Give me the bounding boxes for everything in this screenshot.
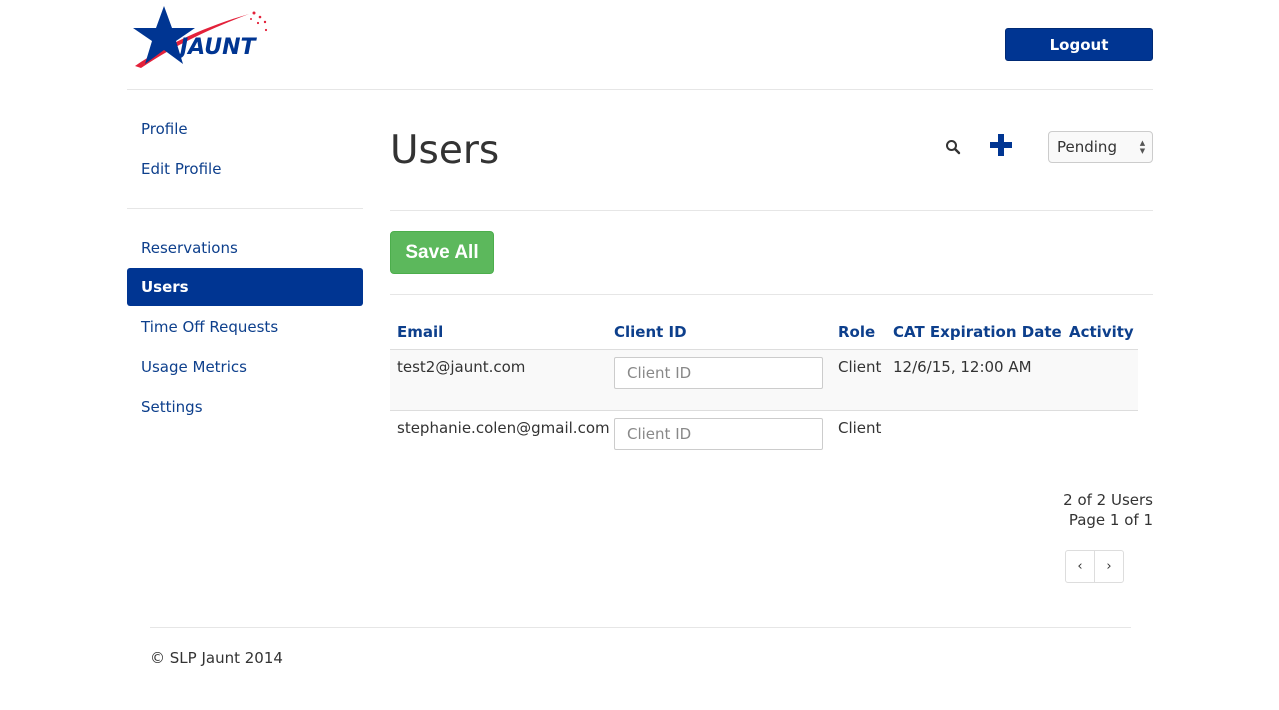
page-number-text: Page 1 of 1 [1068, 511, 1153, 529]
footer-copyright: © SLP Jaunt 2014 [150, 649, 283, 667]
next-page-button[interactable]: › [1094, 551, 1123, 582]
client-id-placeholder: Client ID [627, 364, 692, 382]
row-divider [390, 410, 1138, 411]
sidebar-item-users[interactable]: Users [127, 268, 363, 306]
add-user-icon[interactable] [989, 133, 1013, 157]
row-cat-expiration: 12/6/15, 12:00 AM [893, 358, 1032, 376]
title-divider [390, 210, 1153, 211]
sidebar-divider [127, 208, 363, 209]
search-icon[interactable] [945, 139, 961, 155]
sidebar-item-settings[interactable]: Settings [127, 388, 363, 426]
logo-text: JAUNT [176, 35, 258, 60]
user-count-text: 2 of 2 Users [1063, 491, 1153, 509]
row-role: Client [838, 419, 882, 437]
jaunt-logo[interactable]: JAUNT [127, 4, 272, 70]
toolbar-divider [390, 294, 1153, 295]
save-all-button[interactable]: Save All [390, 231, 494, 274]
select-arrows-icon: ▲ ▼ [1139, 139, 1146, 155]
sidebar-item-usage-metrics[interactable]: Usage Metrics [127, 348, 363, 386]
sidebar-item-profile[interactable]: Profile [127, 110, 363, 148]
status-filter-value: Pending [1057, 138, 1117, 156]
column-header-cat-expiration: CAT Expiration Date [893, 323, 1062, 341]
page-title: Users [390, 128, 500, 173]
row-role: Client [838, 358, 882, 376]
client-id-input[interactable]: Client ID [614, 357, 823, 389]
sidebar-item-reservations[interactable]: Reservations [127, 229, 363, 267]
row-email: stephanie.colen@gmail.com [397, 419, 610, 437]
pagination: ‹ › [1065, 550, 1124, 583]
client-id-placeholder: Client ID [627, 425, 692, 443]
footer-divider [150, 627, 1131, 628]
sidebar-item-time-off-requests[interactable]: Time Off Requests [127, 308, 363, 346]
column-header-email: Email [397, 323, 444, 341]
row-email: test2@jaunt.com [397, 358, 526, 376]
column-header-activity: Activity [1069, 323, 1134, 341]
prev-page-button[interactable]: ‹ [1066, 551, 1094, 582]
sidebar-item-edit-profile[interactable]: Edit Profile [127, 150, 363, 188]
column-header-role: Role [838, 323, 876, 341]
logout-button[interactable]: Logout [1005, 28, 1153, 61]
column-header-client-id: Client ID [614, 323, 687, 341]
status-filter-select[interactable]: Pending ▲ ▼ [1048, 131, 1153, 163]
client-id-input[interactable]: Client ID [614, 418, 823, 450]
header-divider [127, 89, 1153, 90]
